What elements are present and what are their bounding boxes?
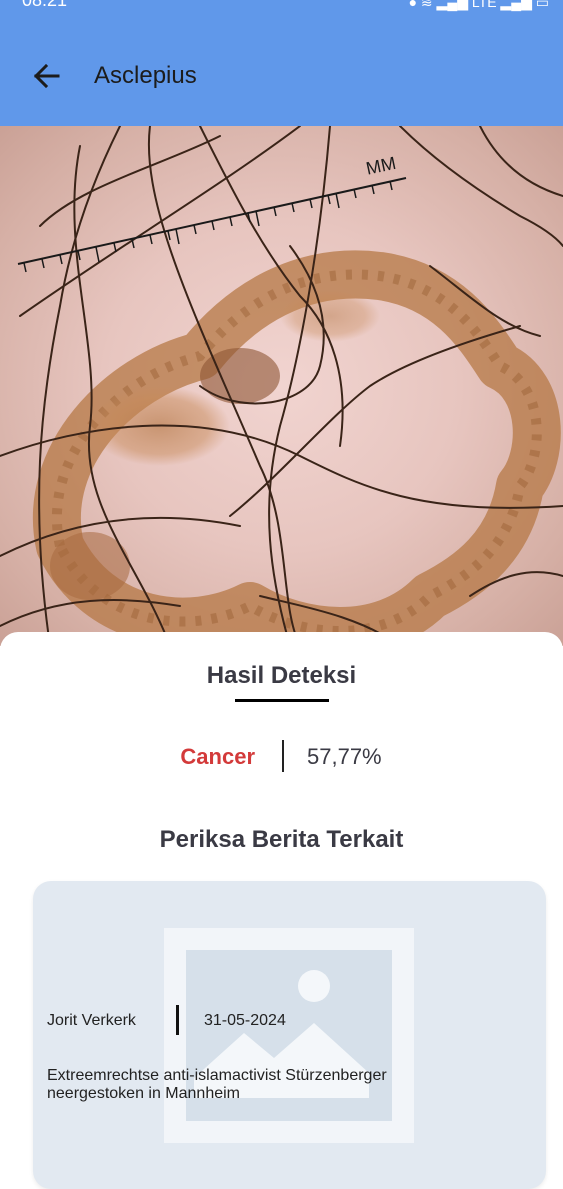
arrow-left-icon <box>33 64 60 88</box>
image-placeholder-icon <box>164 928 414 1143</box>
wifi-icon: ≋ <box>420 0 433 10</box>
related-news-title: Periksa Berita Terkait <box>159 826 404 853</box>
result-title: Hasil Deteksi <box>206 662 357 689</box>
signal-icon: ▂▄▆ <box>436 0 468 10</box>
lesion-image: MM <box>0 126 563 646</box>
app-bar: 08.21 ● ≋ ▂▄▆ LTE ▂▄▆ ▭ Asclepius <box>0 0 563 126</box>
result-row: Cancer 57,77% <box>0 740 563 774</box>
result-divider <box>282 740 284 772</box>
back-button[interactable] <box>30 58 62 94</box>
status-icons: ● ≋ ▂▄▆ LTE ▂▄▆ ▭ <box>409 0 549 11</box>
news-divider <box>176 1005 179 1035</box>
ruler-label: MM <box>364 153 398 179</box>
network-type: LTE <box>471 0 497 10</box>
title-underline <box>235 699 329 702</box>
location-icon: ● <box>408 0 418 10</box>
news-headline: Extreemrechtse anti-islamactivist Stürze… <box>47 1067 387 1102</box>
result-confidence: 57,77% <box>307 744 382 769</box>
news-date: 31-05-2024 <box>204 1012 286 1029</box>
signal-icon-2: ▂▄▆ <box>500 0 532 10</box>
news-author: Jorit Verkerk <box>47 1012 136 1029</box>
app-title: Asclepius <box>94 62 197 89</box>
status-bar: 08.21 ● ≋ ▂▄▆ LTE ▂▄▆ ▭ <box>0 0 563 22</box>
result-label: Cancer <box>180 744 255 769</box>
status-time: 08.21 <box>22 0 68 10</box>
news-card[interactable]: Jorit Verkerk 31-05-2024 Extreemrechtse … <box>33 881 546 1189</box>
lesion-image-graphic: MM <box>0 126 563 646</box>
battery-icon: ▭ <box>535 0 549 10</box>
